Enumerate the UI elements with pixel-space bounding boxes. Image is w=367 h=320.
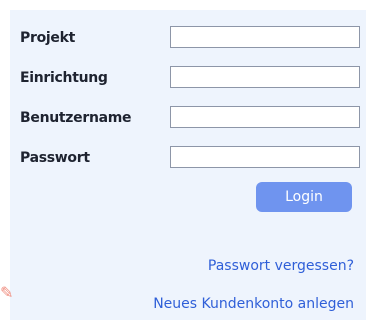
passwort-row: Passwort: [20, 146, 365, 172]
einrichtung-input[interactable]: [170, 66, 360, 88]
einrichtung-label: Einrichtung: [20, 70, 108, 86]
new-account-link[interactable]: Neues Kundenkonto anlegen: [153, 296, 354, 312]
benutzername-input[interactable]: [170, 106, 360, 128]
benutzername-label: Benutzername: [20, 110, 132, 126]
projekt-label: Projekt: [20, 30, 75, 46]
forgot-password-link[interactable]: Passwort vergessen?: [208, 258, 354, 274]
login-panel: Projekt Einrichtung Benutzername Passwor…: [10, 10, 366, 320]
einrichtung-row: Einrichtung: [20, 66, 365, 92]
passwort-input[interactable]: [170, 146, 360, 168]
benutzername-row: Benutzername: [20, 106, 365, 132]
projekt-input[interactable]: [170, 26, 360, 48]
pencil-icon: ✎: [0, 283, 14, 302]
login-button[interactable]: Login: [256, 182, 352, 212]
passwort-label: Passwort: [20, 150, 90, 166]
projekt-row: Projekt: [20, 26, 365, 52]
